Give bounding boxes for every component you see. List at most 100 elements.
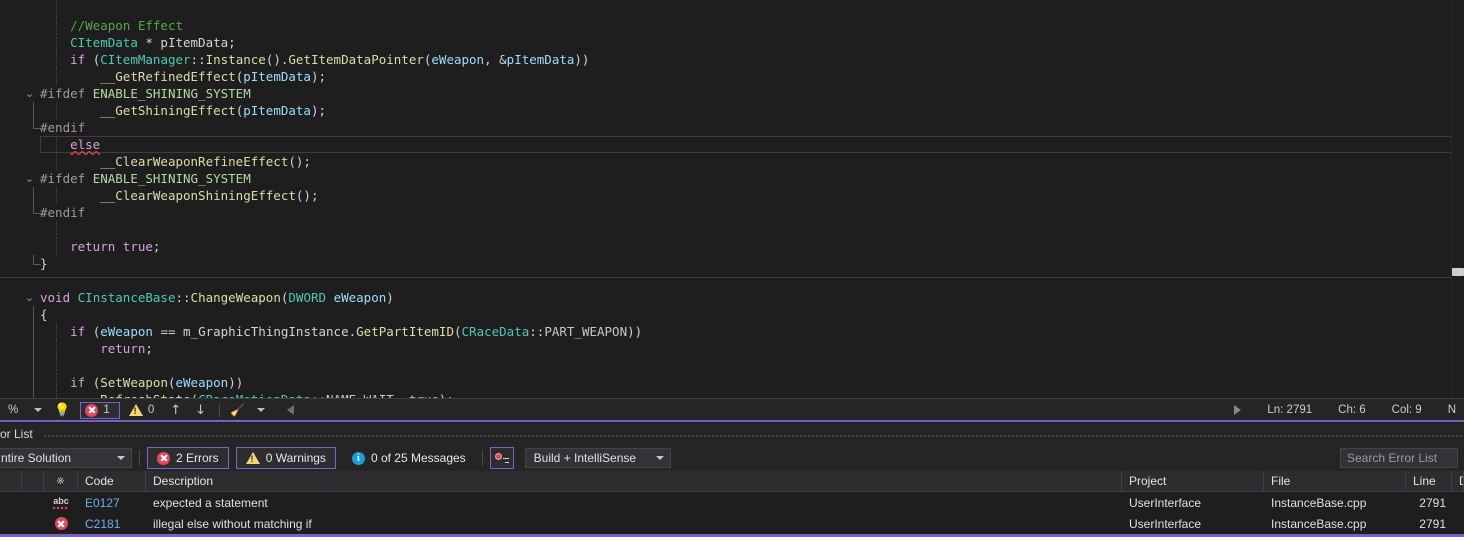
code-line[interactable] [0,357,1464,374]
header-checkbox-cell[interactable] [22,471,44,492]
code-cleanup-broom-icon[interactable]: 🧹 [226,399,251,421]
code-line[interactable]: if (CItemManager::Instance().GetItemData… [0,51,1464,68]
code-line[interactable]: { [0,306,1464,323]
chevron-down-fold-icon[interactable]: ⌄ [24,173,35,184]
editor-gutter[interactable] [0,119,40,136]
editor-gutter[interactable] [0,374,40,391]
code-line[interactable]: return true; [0,238,1464,255]
editor-gutter[interactable] [0,306,40,323]
table-row[interactable]: C2181illegal else without matching ifUse… [0,513,1464,534]
code-cleanup-dropdown[interactable] [251,399,271,421]
warnings-filter-toggle[interactable]: 0 Warnings [236,447,336,469]
editor-error-count-badge[interactable]: 1 [80,402,119,419]
severity-cell [44,513,78,534]
editor-horizontal-divider [0,277,1452,278]
code-line[interactable]: ⌄#ifdef ENABLE_SHINING_SYSTEM [0,85,1464,102]
editor-gutter[interactable] [0,51,40,68]
editor-gutter[interactable] [0,238,40,255]
editor-gutter[interactable] [0,255,40,272]
editor-gutter[interactable] [0,153,40,170]
filter-errors-button[interactable] [490,447,514,469]
editor-gutter[interactable] [0,17,40,34]
code-line[interactable]: else [0,136,1464,153]
code-line[interactable]: __ClearWeaponShiningEffect(); [0,187,1464,204]
code-line[interactable]: #endif [0,204,1464,221]
header-selector-cell[interactable] [0,471,22,492]
editor-gutter[interactable] [0,204,40,221]
editor-gutter[interactable] [0,68,40,85]
code-line[interactable]: ⌄void CInstanceBase::ChangeWeapon(DWORD … [0,289,1464,306]
header-description[interactable]: Description [146,471,1122,492]
editor-gutter[interactable] [0,323,40,340]
code-token: __GetRefinedEffect [100,69,235,84]
next-issue-arrow-down-icon[interactable]: ↓ [188,403,213,418]
code-line[interactable]: RefreshState(CRaceMotionData::NAME_WAIT,… [0,391,1464,398]
code-line[interactable]: return; [0,340,1464,357]
code-line[interactable]: } [0,255,1464,272]
intellisense-bulb-icon[interactable]: 💡 [48,399,76,421]
scrollbar-thumb[interactable] [1452,268,1464,276]
code-line[interactable]: __GetShiningEffect(pItemData); [0,102,1464,119]
table-row[interactable]: abcE0127expected a statementUserInterfac… [0,492,1464,513]
code-line[interactable]: #endif [0,119,1464,136]
code-lines-container[interactable]: //Weapon Effect CItemData * pItemData; i… [0,0,1464,398]
editor-gutter[interactable] [0,102,40,119]
code-line[interactable]: __GetRefinedEffect(pItemData); [0,68,1464,85]
editor-gutter[interactable] [0,272,40,289]
scope-filter-dropdown[interactable]: ntire Solution [0,448,132,468]
code-line[interactable]: if (eWeapon == m_GraphicThingInstance.Ge… [0,323,1464,340]
editor-scrollbar[interactable] [1451,0,1464,398]
messages-filter-toggle[interactable]: 0 of 25 Messages [343,451,475,465]
code-token: if [70,324,85,339]
code-line[interactable]: __ClearWeaponRefineEffect(); [0,153,1464,170]
collapse-panel-icon[interactable] [271,399,300,421]
search-error-list-input[interactable]: Search Error List [1340,448,1458,468]
editor-gutter[interactable]: ⌄ [0,85,40,102]
header-suppression-state[interactable]: D [1452,471,1464,492]
code-line[interactable] [0,221,1464,238]
expand-arrow-right-icon[interactable] [1234,405,1241,415]
char-number-label: Ch: 6 [1338,404,1366,416]
code-line[interactable]: if (SetWeapon(eWeapon)) [0,374,1464,391]
error-list-rows[interactable]: abcE0127expected a statementUserInterfac… [0,492,1464,534]
fold-region-line [33,306,35,323]
error-list-grid[interactable]: ※ Code Description Project File Line D a… [0,471,1464,534]
editor-gutter[interactable] [0,340,40,357]
editor-gutter[interactable] [0,0,40,17]
editor-gutter[interactable] [0,221,40,238]
code-token [70,290,78,305]
editor-gutter[interactable] [0,34,40,51]
chevron-down-icon[interactable] [34,408,42,412]
code-token: ( [454,324,462,339]
previous-issue-arrow-up-icon[interactable]: ↑ [163,403,188,418]
row-line: 2791 [1406,513,1452,534]
code-editor[interactable]: //Weapon Effect CItemData * pItemData; i… [0,0,1464,398]
zoom-level-combo[interactable]: % [0,399,48,421]
editor-gutter[interactable] [0,391,40,398]
code-line[interactable]: CItemData * pItemData; [0,34,1464,51]
errors-filter-toggle[interactable]: 2 Errors [147,447,229,469]
chevron-down-fold-icon[interactable]: ⌄ [24,292,35,303]
header-file[interactable]: File [1264,471,1406,492]
editor-warning-count-badge[interactable]: 0 [120,404,163,416]
code-line[interactable] [0,0,1464,17]
editor-gutter[interactable]: ⌄ [0,170,40,187]
header-severity-cell[interactable]: ※ [44,471,78,492]
header-project[interactable]: Project [1122,471,1264,492]
code-token: __ClearWeaponRefineEffect [100,154,288,169]
titlebar-drag-dots[interactable] [43,423,1464,445]
chevron-down-fold-icon[interactable]: ⌄ [24,88,35,99]
code-line[interactable] [0,272,1464,289]
header-code[interactable]: Code [78,471,146,492]
editor-gutter[interactable]: ⌄ [0,289,40,306]
code-line[interactable]: ⌄#ifdef ENABLE_SHINING_SYSTEM [0,170,1464,187]
code-line[interactable]: //Weapon Effect [0,17,1464,34]
header-line[interactable]: Line [1406,471,1452,492]
editor-gutter[interactable] [0,357,40,374]
editor-gutter[interactable] [0,136,40,153]
severity-cell: abc [44,492,78,513]
editor-gutter[interactable] [0,187,40,204]
visual-studio-window: //Weapon Effect CItemData * pItemData; i… [0,0,1464,537]
row-description: illegal else without matching if [146,513,1122,534]
build-source-dropdown[interactable]: Build + IntelliSense [525,448,671,468]
